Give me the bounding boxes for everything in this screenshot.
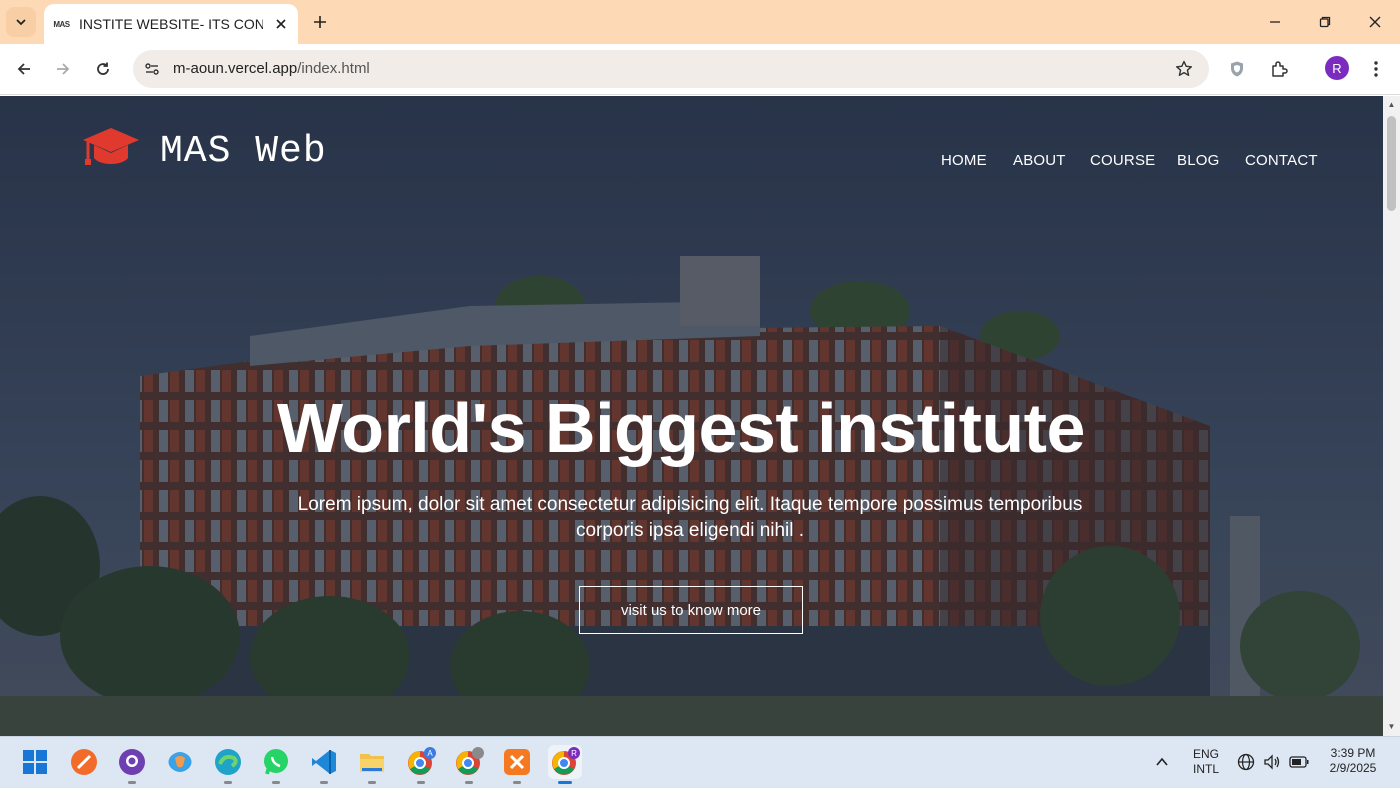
tab-favicon: MAS [53,19,70,29]
running-indicator [320,781,328,784]
network-globe-icon[interactable] [1235,745,1257,779]
close-icon [276,19,286,29]
chrome-profile-r-icon[interactable]: R [548,745,582,784]
nav-contact[interactable]: CONTACT [1245,152,1318,169]
site-info-icon[interactable] [141,58,163,80]
active-tab[interactable]: MAS INSTITE WEBSITE- ITS CONTENT [44,4,298,44]
file-explorer-icon[interactable] [355,745,389,784]
reload-icon [97,62,109,75]
bookmark-star-icon[interactable] [1173,58,1195,80]
scroll-up-arrow-icon[interactable]: ▲ [1387,100,1396,109]
restore-button[interactable] [1300,0,1350,44]
running-indicator [417,781,425,784]
edge-icon[interactable] [211,745,245,784]
graduation-cap-icon [83,128,139,165]
back-button[interactable] [9,54,39,84]
tab-strip: MAS INSTITE WEBSITE- ITS CONTENT [0,0,1400,44]
lang-line-2: INTL [1192,762,1219,776]
running-indicator [224,781,232,784]
nav-blog[interactable]: BLOG [1177,152,1219,169]
url-text: m-aoun.vercel.app/index.html [173,60,370,77]
chevron-down-icon [16,19,26,26]
github-desktop-icon[interactable] [115,745,149,784]
hero-title: World's Biggest institute [277,389,1085,467]
clock[interactable]: 3:39 PM 2/9/2025 [1320,746,1386,776]
windows-start-icon[interactable] [18,745,52,779]
restore-icon [1319,16,1331,28]
nav-course[interactable]: COURSE [1090,152,1155,169]
close-icon [1369,16,1381,28]
minimize-icon [1270,21,1280,23]
lang-line-1: ENG [1192,747,1219,761]
running-indicator [513,781,521,784]
profile-avatar[interactable]: R [1325,56,1349,80]
chrome-profile-b-icon[interactable] [452,745,486,784]
new-tab-button[interactable] [306,8,334,36]
clock-date: 2/9/2025 [1329,761,1377,775]
tab-close-button[interactable] [270,13,292,35]
svg-text:R: R [571,749,577,758]
nav-home[interactable]: HOME [941,152,987,169]
input-language[interactable]: ENG INTL [1187,747,1225,777]
address-bar[interactable]: m-aoun.vercel.app/index.html [133,50,1209,88]
battery-icon[interactable] [1287,745,1311,779]
vscode-icon[interactable] [307,745,341,784]
nav-about[interactable]: ABOUT [1013,152,1066,169]
visit-us-button[interactable]: visit us to know more [579,586,803,634]
close-window-button[interactable] [1350,0,1400,44]
arrow-left-icon [17,63,30,75]
extension-shield-icon[interactable] [1222,54,1252,84]
active-indicator [558,781,572,784]
page-viewport: MAS Web HOME ABOUT COURSE BLOG CONTACT W… [0,96,1383,736]
running-indicator [465,781,473,784]
reload-button[interactable] [88,54,118,84]
copilot-icon[interactable] [163,745,197,779]
page-scrollbar[interactable]: ▲ ▼ [1383,96,1400,736]
clock-time: 3:39 PM [1330,746,1376,760]
tab-title: INSTITE WEBSITE- ITS CONTENT [79,16,263,32]
arrow-right-icon [57,63,70,75]
windows-taskbar: A R ENG INTL 3:39 PM 2/9/2025 [0,736,1400,788]
volume-icon[interactable] [1261,745,1283,779]
site-logo[interactable]: MAS Web [160,130,327,173]
running-indicator [368,781,376,784]
xampp-icon[interactable] [500,745,534,784]
tab-search-button[interactable] [6,7,36,37]
browser-toolbar: m-aoun.vercel.app/index.html R [0,44,1400,95]
forward-button[interactable] [48,54,78,84]
running-indicator [128,781,136,784]
chrome-profile-a-icon[interactable]: A [404,745,438,784]
plus-icon [314,16,326,28]
minimize-button[interactable] [1250,0,1300,44]
hero-subtitle: Lorem ipsum, dolor sit amet consectetur … [297,494,1083,541]
menu-kebab-icon[interactable] [1361,54,1391,84]
running-indicator [272,781,280,784]
tray-chevron-up-icon[interactable] [1150,745,1174,779]
whatsapp-icon[interactable] [259,745,293,784]
scroll-down-arrow-icon[interactable]: ▼ [1387,722,1396,731]
scroll-thumb[interactable] [1387,116,1396,211]
orange-app-icon[interactable] [67,745,101,779]
svg-text:A: A [427,749,433,758]
extensions-puzzle-icon[interactable] [1264,54,1294,84]
